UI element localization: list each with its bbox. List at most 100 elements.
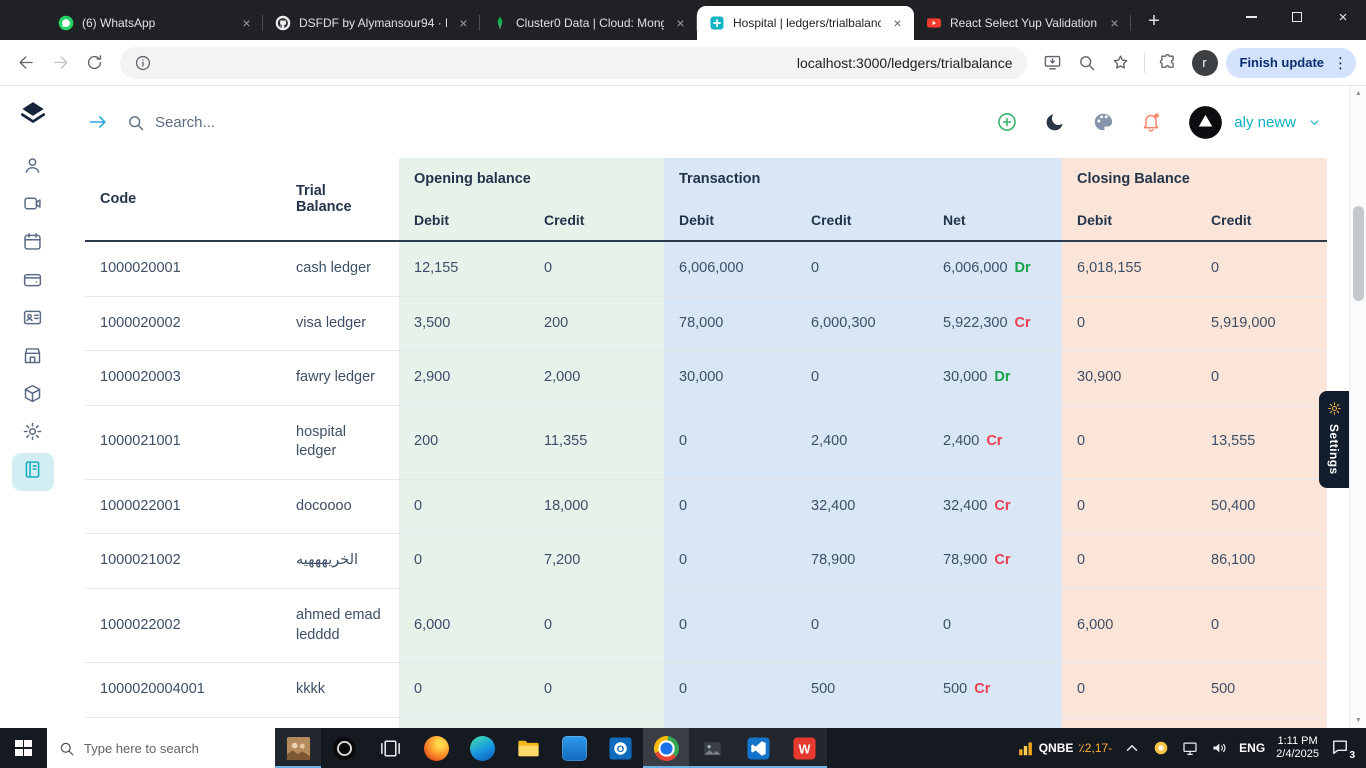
browser-menu-icon[interactable]: ⋮ (1333, 54, 1348, 72)
cell-closing-debit: 0 (1062, 296, 1197, 352)
hidden-icons-chevron-icon[interactable] (1123, 739, 1141, 757)
url-text: localhost:3000/ledgers/trialbalance (796, 54, 1013, 71)
user-menu[interactable]: aly neww (1188, 105, 1322, 140)
taskbar-app-dark-app[interactable] (321, 728, 367, 768)
chrome-icon (653, 735, 679, 761)
sidebar-item-gear[interactable] (12, 415, 54, 453)
finish-update-button[interactable]: Finish update ⋮ (1225, 47, 1356, 78)
sidebar-item-store[interactable] (12, 339, 54, 377)
main-area: Code Trial Balance Opening balance Trans… (65, 158, 1366, 728)
scrollbar-up-icon[interactable]: ▲ (1350, 90, 1366, 97)
github-icon (275, 15, 291, 31)
sidebar-item-id-card[interactable] (12, 301, 54, 339)
cell-transaction-debit: 6,006,000 (664, 241, 796, 297)
wps-office-icon: W (792, 736, 817, 761)
taskbar-app-outlook[interactable]: O (597, 728, 643, 768)
browser-tab[interactable]: (6) WhatsApp × (46, 6, 263, 40)
browser-profile-avatar[interactable]: r (1191, 49, 1218, 76)
scrollbar-down-icon[interactable]: ▼ (1350, 717, 1366, 724)
notification-bubble-icon (1330, 740, 1350, 761)
omnibox-search-icon[interactable] (1071, 47, 1103, 79)
action-center-button[interactable]: 3 (1330, 737, 1355, 761)
cell-closing-credit: 0 (1196, 588, 1328, 664)
sidebar-toggle-icon[interactable] (87, 111, 109, 133)
dark-mode-icon[interactable] (1044, 111, 1066, 133)
table-header: Code Trial Balance Opening balance Trans… (85, 158, 1328, 242)
new-tab-button[interactable]: + (1139, 6, 1169, 36)
tab-close-icon[interactable]: × (889, 15, 906, 32)
taskbar-app-vscode[interactable] (735, 728, 781, 768)
forward-button[interactable] (44, 47, 76, 79)
taskbar-app-firefox[interactable] (413, 728, 459, 768)
package-icon (22, 383, 43, 409)
cell-closing-debit: 6,000 (1062, 588, 1197, 664)
cell-opening-credit: 7,200 (529, 533, 664, 589)
taskbar-app-task-view[interactable] (367, 728, 413, 768)
taskbar-clock[interactable]: 1:11 PM 2/4/2025 (1276, 735, 1319, 762)
scrollbar-thumb[interactable] (1353, 206, 1364, 301)
taskbar-app-chrome[interactable] (643, 728, 689, 768)
toolbar-divider (1143, 52, 1145, 73)
taskbar-app-file-explorer[interactable] (505, 728, 551, 768)
site-info-icon[interactable] (134, 54, 152, 72)
language-indicator[interactable]: ENG (1239, 741, 1265, 755)
tab-title: Cluster0 Data | Cloud: Mong... (516, 16, 664, 30)
app-logo[interactable] (18, 99, 48, 129)
install-app-icon[interactable] (1037, 47, 1069, 79)
taskbar-app-wps-office[interactable]: W (781, 728, 827, 768)
search-input[interactable] (155, 113, 355, 131)
browser-tab[interactable]: React Select Yup Validation × (914, 6, 1131, 40)
sidebar-item-package[interactable] (12, 377, 54, 415)
address-bar[interactable]: localhost:3000/ledgers/trialbalance (120, 46, 1027, 79)
extensions-icon[interactable] (1152, 47, 1184, 79)
settings-tab[interactable]: Settings (1319, 391, 1349, 488)
sidebar-item-user[interactable] (12, 149, 54, 187)
page-scrollbar[interactable]: ▲ ▼ (1349, 86, 1366, 728)
network-icon[interactable] (1181, 739, 1199, 757)
tab-close-icon[interactable]: × (672, 15, 689, 32)
taskbar-app-screenshot-tool[interactable] (689, 728, 735, 768)
cell-transaction-credit: 500 (796, 662, 928, 718)
tray-app-icon[interactable] (1152, 739, 1170, 757)
vscode-icon (746, 736, 771, 761)
cell-transaction-net: 2,400 Cr (928, 405, 1063, 480)
sidebar-item-media[interactable] (12, 187, 54, 225)
taskbar-app-edge[interactable] (459, 728, 505, 768)
app-sidebar (0, 86, 65, 728)
close-window-button[interactable]: × (1320, 0, 1366, 34)
taskbar-search[interactable]: Type here to search (47, 728, 275, 768)
start-button[interactable] (0, 728, 47, 768)
bookmark-star-icon[interactable] (1105, 47, 1137, 79)
maximize-button[interactable] (1274, 0, 1320, 34)
stock-ticker[interactable]: QNBE ٪2,17- (1017, 740, 1112, 757)
cell-code: 1000021002 (85, 533, 281, 589)
browser-tab[interactable]: DSFDF by Alymansour94 · P... × (263, 6, 480, 40)
add-new-icon[interactable] (996, 111, 1018, 133)
taskbar-app-blue-app[interactable] (551, 728, 597, 768)
table-row: 1000020004002001...zzz005000500 Dr5000 (85, 717, 1328, 728)
trial-balance-rows: 1000020001 cash ledger 12,155 0 6,006,000 0 6,… (85, 241, 1328, 728)
trial-balance-table: Code Trial Balance Opening balance Trans… (85, 158, 1328, 728)
taskbar-app-photos[interactable] (275, 728, 321, 768)
back-button[interactable] (10, 47, 42, 79)
tab-close-icon[interactable]: × (238, 15, 255, 32)
reload-button[interactable] (78, 47, 110, 79)
browser-tab[interactable]: Hospital | ledgers/trialbalanc... × (697, 6, 914, 40)
user-avatar (1188, 105, 1223, 140)
tab-close-icon[interactable]: × (455, 15, 472, 32)
sidebar-item-ledger[interactable] (11, 453, 54, 491)
sidebar-item-calendar[interactable] (12, 225, 54, 263)
store-icon (22, 345, 43, 371)
minimize-button[interactable] (1228, 0, 1274, 34)
notifications-bell-icon[interactable] (1140, 111, 1162, 133)
cell-transaction-credit: 6,000,300 (796, 296, 928, 352)
cell-closing-credit: 5,919,000 (1196, 296, 1328, 352)
theme-palette-icon[interactable] (1092, 111, 1114, 133)
group-header-transaction: Transaction (664, 158, 1063, 200)
sidebar-item-wallet[interactable] (12, 263, 54, 301)
whatsapp-icon (58, 15, 74, 31)
browser-tab[interactable]: Cluster0 Data | Cloud: Mong... × (480, 6, 697, 40)
volume-icon[interactable] (1210, 739, 1228, 757)
cell-transaction-credit: 2,400 (796, 405, 928, 480)
tab-close-icon[interactable]: × (1106, 15, 1123, 32)
